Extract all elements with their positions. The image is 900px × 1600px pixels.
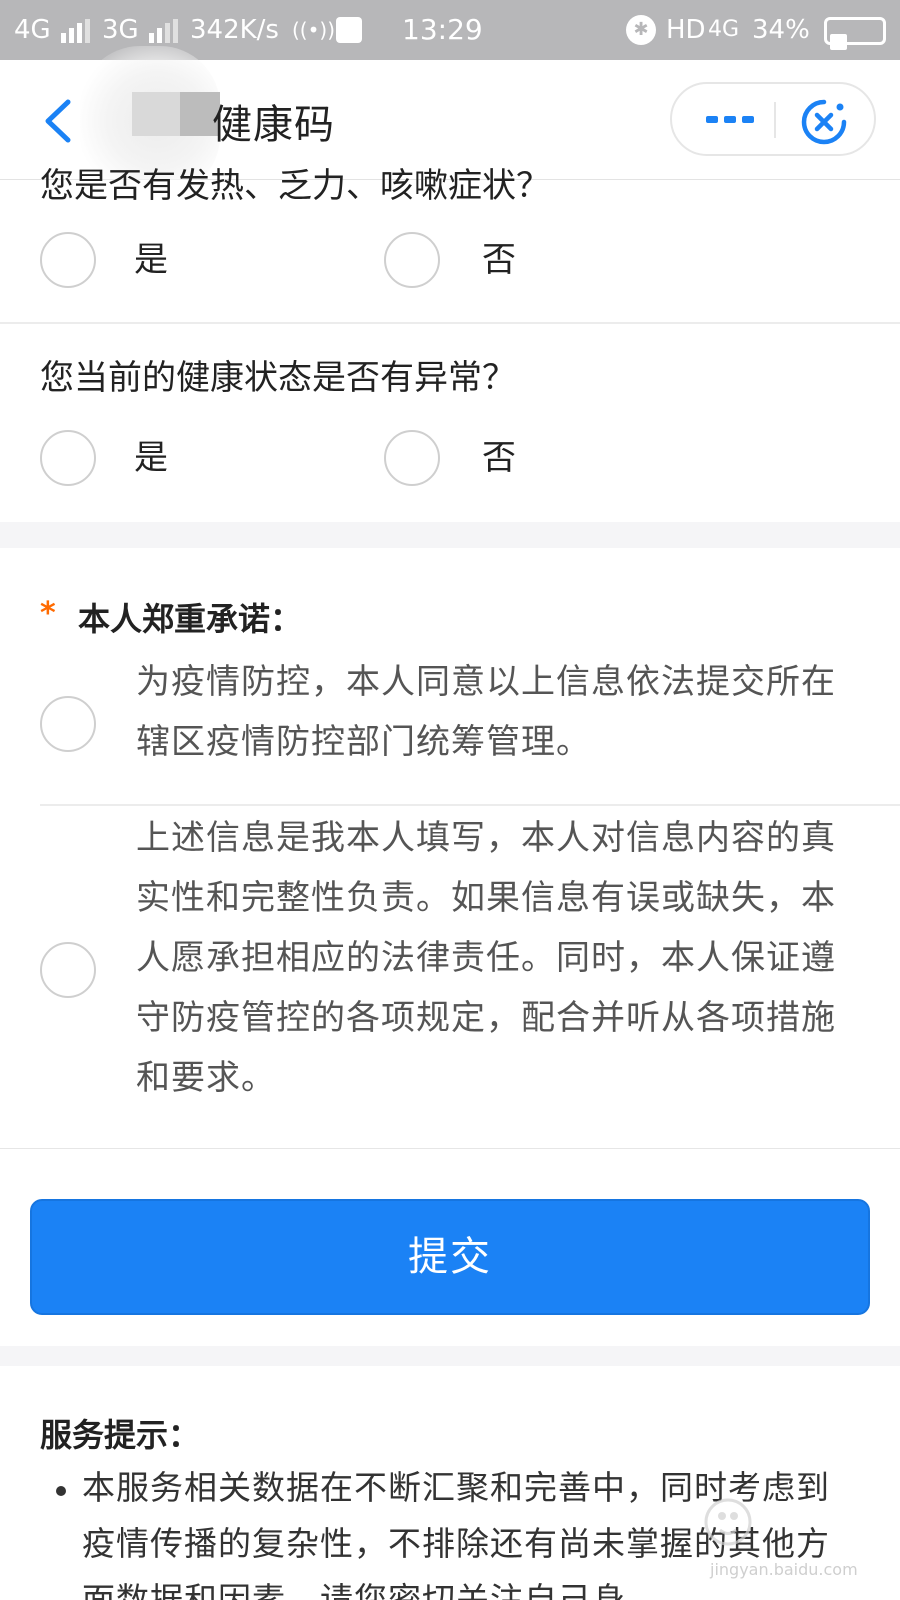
q1-no-label[interactable]: 否 — [482, 232, 516, 288]
network-4g-indicator: 4G — [14, 14, 93, 46]
submit-button[interactable]: 提交 — [30, 1199, 870, 1315]
health-questions: 您是否有发热、乏力、咳嗽症状？ 是 否 您当前的健康状态是否有异常？ 是 否 — [0, 166, 900, 522]
clock: 13:29 — [402, 13, 483, 46]
question-2: 您当前的健康状态是否有异常？ — [40, 358, 516, 398]
capsule-divider — [774, 102, 776, 138]
notification-icon — [336, 17, 362, 43]
promise-section: * 本人郑重承诺： 为疫情防控，本人同意以上信息依法提交所在辖区疫情防控部门统筹… — [0, 548, 900, 1148]
promise-1-radio[interactable] — [40, 696, 96, 752]
network-4g-icon: 4G — [708, 17, 740, 42]
signal-icon — [148, 18, 178, 43]
q2-yes-radio[interactable] — [40, 430, 96, 486]
question-2-options: 是 否 — [0, 430, 900, 490]
signal-icon — [60, 18, 90, 43]
q2-no-radio[interactable] — [384, 430, 440, 486]
q2-yes-label[interactable]: 是 — [134, 430, 168, 486]
close-icon[interactable] — [800, 98, 848, 146]
mini-app-capsule — [670, 82, 876, 156]
q1-yes-radio[interactable] — [40, 232, 96, 288]
question-1-options: 是 否 — [0, 232, 900, 292]
battery-percent: 34% — [752, 15, 810, 45]
promise-2-text[interactable]: 上述信息是我本人填写，本人对信息内容的真实性和完整性负责。如果信息有误或缺失，本… — [136, 808, 856, 1118]
battery-icon — [824, 17, 886, 50]
q1-no-radio[interactable] — [384, 232, 440, 288]
promise-1-text[interactable]: 为疫情防控，本人同意以上信息依法提交所在辖区疫情防控部门统筹管理。 — [136, 652, 856, 778]
question-1: 您是否有发热、乏力、咳嗽症状？ — [40, 166, 550, 206]
divider — [0, 322, 900, 324]
q1-yes-label[interactable]: 是 — [134, 232, 168, 288]
network-speed: 342K/s — [190, 15, 279, 45]
tips-title: 服务提示： — [40, 1416, 201, 1454]
more-icon[interactable] — [706, 114, 754, 126]
network-3g-indicator: 3G — [102, 14, 181, 46]
hd-indicator: HD — [666, 15, 706, 45]
required-mark: * — [40, 596, 56, 631]
promise-2-radio[interactable] — [40, 942, 96, 998]
network-label: 4G — [14, 15, 51, 45]
bluetooth-icon: ✱ — [626, 15, 656, 45]
page-title: 健康码 — [212, 102, 335, 148]
watermark-logo — [704, 1498, 752, 1546]
submit-area: 提交 — [0, 1148, 900, 1346]
q2-no-label[interactable]: 否 — [482, 430, 516, 486]
divider — [40, 804, 900, 806]
network-label: 3G — [102, 15, 139, 45]
back-arrow-icon[interactable] — [38, 96, 82, 146]
promise-title: 本人郑重承诺： — [78, 600, 303, 638]
bullet-icon — [56, 1486, 66, 1496]
battery-fill — [830, 34, 847, 50]
watermark-text: jingyan.baidu.com — [710, 1560, 858, 1579]
hotspot-icon: ((•)) — [292, 18, 336, 42]
